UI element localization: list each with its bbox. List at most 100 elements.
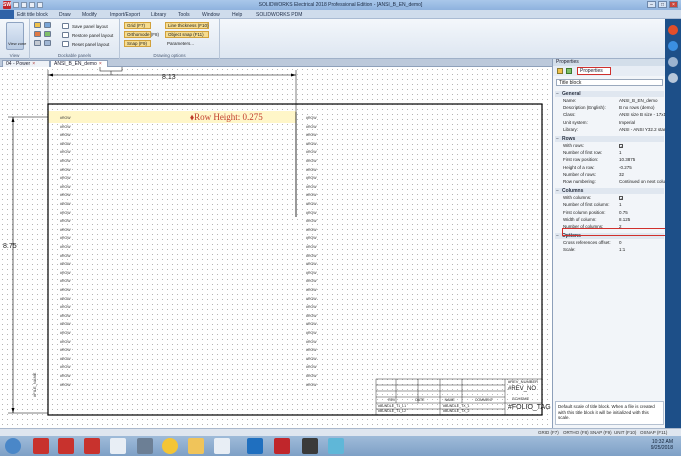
prop-row[interactable]: Class: ANSI size B size - 17x11 xyxy=(555,112,668,118)
prop-row[interactable]: Height of a row: -0.275 xyxy=(555,165,664,171)
prop-row[interactable]: First row position: 10.3875 xyxy=(555,157,664,163)
prop-section-columns[interactable]: Columns xyxy=(555,188,664,195)
row-label: #ROW xyxy=(306,176,317,181)
drawing-canvas[interactable]: 8.13 8.75 ⬧Row Height: 0.275 #ROW #ROW #RO… xyxy=(0,67,552,428)
line-thickness-toggle[interactable]: Line thickness (F10) xyxy=(165,22,209,29)
prop-checkbox[interactable]: ✓ xyxy=(619,196,623,201)
parameters-button[interactable]: Parameters... xyxy=(167,41,194,46)
prop-section-rows[interactable]: Rows xyxy=(555,136,664,142)
taskbar-chrome-icon[interactable] xyxy=(162,438,178,454)
row-label: #ROW xyxy=(306,322,317,327)
panel-icon-4[interactable] xyxy=(44,31,51,37)
menu-draw[interactable]: Draw xyxy=(59,12,71,18)
close-button[interactable]: × xyxy=(669,1,678,8)
prop-section-general[interactable]: General xyxy=(555,91,664,97)
dock-home-icon[interactable] xyxy=(668,41,678,51)
taskbar-document-icon[interactable] xyxy=(110,438,126,454)
snap-toggle[interactable]: Snap (F9) xyxy=(124,40,151,47)
orthomode-toggle[interactable]: Orthomode (F8) xyxy=(124,31,159,38)
row-label: #ROW xyxy=(60,374,71,378)
taskbar-snowflake-icon[interactable] xyxy=(328,438,344,454)
folio-tag: #FOLIO_TAG xyxy=(508,404,551,411)
prop-row[interactable]: First column position: 0.75 xyxy=(555,210,664,216)
tab-power[interactable]: 04 - Power × xyxy=(2,60,50,67)
tab-properties[interactable]: Properties xyxy=(577,67,611,75)
menu-import-export[interactable]: Import/Export xyxy=(110,12,140,18)
status-ortho[interactable]: ORTHO (F8) xyxy=(563,430,589,435)
window-title: SOLIDWORKS Electrical 2018 Professional … xyxy=(258,2,423,8)
menu-help[interactable]: Help xyxy=(232,12,242,18)
save-panel-layout-button[interactable]: Save panel layout xyxy=(72,24,108,29)
taskbar-sw-app-2[interactable] xyxy=(58,438,74,454)
menu-library[interactable]: Library xyxy=(151,12,166,18)
prop-name: Number of first row: xyxy=(563,150,603,156)
restore-panel-layout-button[interactable]: Restore panel layout xyxy=(72,33,113,38)
panel-icon-6[interactable] xyxy=(44,40,51,46)
prop-row[interactable]: Cross references offset: 0 xyxy=(555,240,664,246)
prop-row[interactable]: Number of first column: 1 xyxy=(555,202,664,208)
menu-modify[interactable]: Modify xyxy=(82,12,97,18)
minimize-button[interactable]: – xyxy=(647,1,656,8)
row-label: #ROW xyxy=(306,270,317,275)
panel-label-view: View xyxy=(9,53,20,58)
prop-row[interactable]: Description (English): B no rows (demo) xyxy=(555,105,664,111)
height-dimension-label: 8.75 xyxy=(3,243,17,250)
ribbon: View zone View Save panel layout Restore… xyxy=(0,19,681,59)
taskbar-acrobat-icon[interactable] xyxy=(274,438,290,454)
taskbar-sw-app-3[interactable] xyxy=(84,438,100,454)
taskbar-sw-app-1[interactable] xyxy=(33,438,49,454)
prop-value: -0.275 xyxy=(619,164,632,170)
menu-edit-title-block[interactable]: Edit title block xyxy=(17,12,48,18)
view-zone-button[interactable]: View zone xyxy=(6,22,26,50)
bundle-tx-2: #BUNDLE_TX_2 xyxy=(443,409,470,413)
menu-solidworks-pdm[interactable]: SOLIDWORKS PDM xyxy=(256,12,302,18)
tab-ansi-b-en-demo[interactable]: ANSI_B_EN_demo × xyxy=(50,60,108,67)
menu-window[interactable]: Window xyxy=(202,12,220,18)
categorize-icon[interactable] xyxy=(566,68,572,74)
menu-bar: Edit title block Draw Modify Import/Expo… xyxy=(0,10,681,19)
taskbar-pen-icon[interactable] xyxy=(302,438,318,454)
object-snap-toggle[interactable]: Object snap (F11) xyxy=(165,31,209,38)
prop-row[interactable]: Name: ANSI_B_EN_demo xyxy=(555,98,664,104)
properties-toolbar: Properties xyxy=(553,66,666,76)
row-label: #ROW xyxy=(60,245,71,249)
reset-panel-layout-button[interactable]: Reset panel layout xyxy=(72,42,109,47)
prop-row[interactable]: With rows: ✓ xyxy=(555,143,664,149)
menu-tools[interactable]: Tools xyxy=(178,12,190,18)
start-button[interactable] xyxy=(5,438,21,454)
panel-icon-1[interactable] xyxy=(34,22,41,28)
prop-checkbox[interactable]: ✓ xyxy=(619,144,623,149)
taskbar-notes-icon[interactable] xyxy=(214,438,230,454)
panel-icon-3[interactable] xyxy=(34,31,41,37)
prop-row[interactable]: Library: ANSI - ANSI Y32.2 standard xyxy=(555,127,675,133)
dock-settings-icon[interactable] xyxy=(668,73,678,83)
status-unit[interactable]: UNIT (F10) xyxy=(614,430,636,435)
prop-row[interactable]: Number of rows: 32 xyxy=(555,172,664,178)
taskbar-outlook-icon[interactable] xyxy=(247,438,263,454)
prop-row[interactable]: Number of first row: 1 xyxy=(555,150,664,156)
row-label: #ROW xyxy=(60,331,71,335)
status-grid[interactable]: GRID (F7) xyxy=(538,430,559,435)
taskbar-tool-icon[interactable] xyxy=(137,438,153,454)
taskbar-folder-icon[interactable] xyxy=(188,438,204,454)
dock-app-icon[interactable] xyxy=(668,25,678,35)
prop-row[interactable]: Unit system: Imperial xyxy=(555,120,664,126)
sort-icon[interactable] xyxy=(557,68,563,74)
prop-row[interactable]: With columns: ✓ xyxy=(555,195,664,201)
panel-icon-2[interactable] xyxy=(44,22,51,28)
object-type-select[interactable]: Title block xyxy=(556,79,663,86)
maximize-button[interactable]: □ xyxy=(658,1,667,8)
title-bar: SW SOLIDWORKS Electrical 2018 Profession… xyxy=(0,0,681,10)
row-label: #ROW xyxy=(306,202,317,206)
status-osnap[interactable]: OSNAP (F11) xyxy=(640,430,667,435)
panel-icon-5[interactable] xyxy=(34,40,41,46)
dock-library-icon[interactable] xyxy=(668,57,678,67)
grid-toggle[interactable]: Grid (F7) xyxy=(124,22,151,29)
prop-value: 32 xyxy=(619,171,625,177)
file-menu-button[interactable] xyxy=(0,10,14,19)
status-snap[interactable]: SNAP (F9) xyxy=(590,430,612,435)
prop-row[interactable]: Scale: 1:1 xyxy=(555,247,664,253)
row-label: #ROW xyxy=(60,124,71,129)
prop-row[interactable]: Width of column: 8.125 xyxy=(555,217,664,223)
prop-row[interactable]: Row numbering: Continued on next column xyxy=(555,179,671,185)
